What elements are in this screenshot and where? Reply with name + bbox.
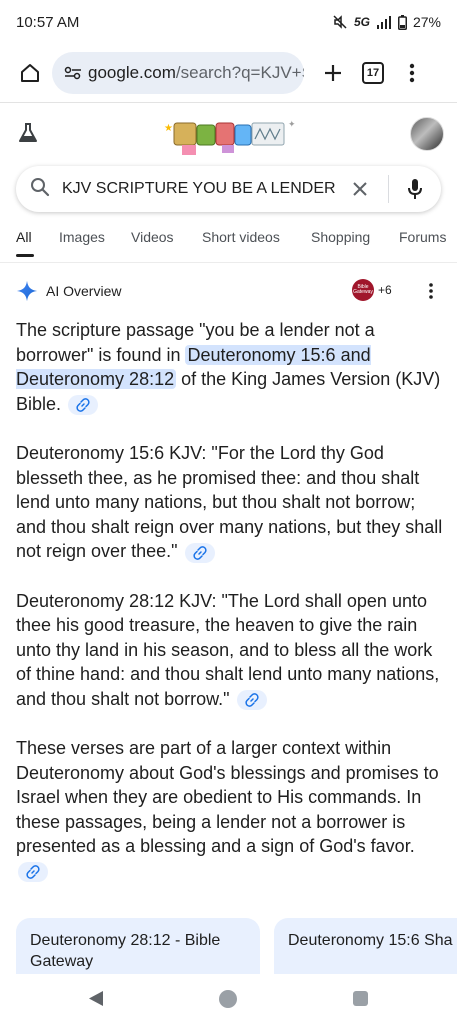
search-icon <box>30 177 50 202</box>
microphone-icon <box>408 179 422 199</box>
voice-search-button[interactable] <box>403 177 427 201</box>
search-box[interactable]: KJV SCRIPTURE YOU BE A LENDER NOT A BORR… <box>16 166 441 212</box>
home-circle-icon[interactable] <box>219 990 237 1008</box>
home-icon <box>21 64 39 82</box>
more-vert-icon <box>409 63 415 83</box>
tab-short-videos[interactable]: Short videos <box>202 229 280 245</box>
url-path: /search?q=KJV+S <box>175 63 304 82</box>
paragraph-text: These verses are part of a larger contex… <box>16 738 439 857</box>
tab-switcher-button[interactable]: 17 <box>362 62 384 84</box>
svg-text:★: ★ <box>164 123 173 134</box>
status-icons: 5G 27% <box>332 14 441 30</box>
browser-menu-button[interactable] <box>402 58 422 88</box>
citation-link-button[interactable] <box>68 395 99 416</box>
paragraph-text: Deuteronomy 28:12 KJV: "The Lord shall o… <box>16 590 440 709</box>
network-label: 5G <box>353 15 370 29</box>
link-icon <box>76 398 90 412</box>
ai-paragraph: These verses are part of a larger contex… <box>16 736 444 884</box>
tab-videos[interactable]: Videos <box>131 229 174 245</box>
active-tab-indicator <box>16 254 34 257</box>
signal-icon <box>376 15 392 29</box>
source-card[interactable]: Deuteronomy 15:6 Sha Bible.com <box>274 918 457 974</box>
citation-link-button[interactable] <box>236 690 267 711</box>
address-bar[interactable]: google.com/search?q=KJV+S <box>52 52 304 94</box>
back-icon[interactable] <box>88 990 104 1007</box>
paragraph-text: Deuteronomy 15:6 KJV: "For the Lord thy … <box>16 442 443 562</box>
tab-images[interactable]: Images <box>59 229 105 245</box>
ai-overview-title: AI Overview <box>46 283 122 299</box>
source-favicon[interactable]: Bible Gateway <box>352 279 374 301</box>
citation-link-button[interactable] <box>18 862 48 883</box>
ai-paragraph: The scripture passage "you be a lender n… <box>16 318 444 416</box>
close-icon <box>353 182 367 196</box>
svg-text:✦: ✦ <box>288 120 296 130</box>
ai-paragraph: Deuteronomy 15:6 KJV: "For the Lord thy … <box>16 441 444 564</box>
gemini-sparkle-icon <box>16 280 38 302</box>
source-cards-carousel[interactable]: Deuteronomy 28:12 - Bible Gateway Deuter… <box>16 918 457 974</box>
status-bar: 10:57 AM 5G 27% <box>0 0 457 44</box>
mute-icon <box>332 14 348 30</box>
battery-percent: 27% <box>412 14 441 30</box>
source-card[interactable]: Deuteronomy 28:12 - Bible Gateway <box>16 918 260 974</box>
tab-forums[interactable]: Forums <box>399 229 446 245</box>
status-time: 10:57 AM <box>16 13 80 31</box>
more-vert-icon <box>429 283 433 299</box>
source-card-title: Deuteronomy 28:12 - Bible Gateway <box>30 932 221 970</box>
ai-overview-menu-button[interactable] <box>423 281 439 301</box>
site-settings-icon[interactable] <box>64 66 82 80</box>
plus-icon <box>325 65 341 81</box>
url-host: google.com <box>88 63 176 82</box>
recents-square-icon[interactable] <box>353 991 368 1006</box>
clear-search-button[interactable] <box>348 177 372 201</box>
system-navigation-bar <box>0 974 457 1023</box>
tab-count: 17 <box>366 67 380 79</box>
search-filter-tabs: All Images Videos Short videos Shopping … <box>0 226 457 262</box>
new-tab-button[interactable] <box>318 58 348 88</box>
source-count[interactable]: +6 <box>378 283 392 297</box>
search-input[interactable]: KJV SCRIPTURE YOU BE A LENDER NOT A BORR… <box>62 180 340 198</box>
link-icon <box>26 865 40 880</box>
ai-overview-header: AI Overview Bible Gateway +6 <box>16 278 441 304</box>
tab-all[interactable]: All <box>16 229 32 245</box>
browser-toolbar: google.com/search?q=KJV+S 17 <box>0 44 457 102</box>
url-text: google.com/search?q=KJV+S <box>88 63 304 83</box>
tabs-divider <box>0 262 457 263</box>
labs-flask-icon[interactable] <box>16 121 40 145</box>
citation-link-button[interactable] <box>184 542 215 563</box>
ai-overview-body: The scripture passage "you be a lender n… <box>16 318 444 908</box>
tab-shopping[interactable]: Shopping <box>311 229 370 245</box>
search-divider <box>388 175 389 203</box>
home-button[interactable] <box>14 57 46 89</box>
account-avatar[interactable] <box>410 117 444 151</box>
google-doodle[interactable]: ★ ✦ <box>152 111 302 163</box>
battery-icon <box>397 14 407 30</box>
link-icon <box>192 545 207 560</box>
ai-paragraph: Deuteronomy 28:12 KJV: "The Lord shall o… <box>16 589 444 712</box>
source-card-title: Deuteronomy 15:6 Sha Bible.com <box>288 932 457 949</box>
google-header: ★ ✦ <box>0 103 457 165</box>
link-icon <box>244 693 259 708</box>
